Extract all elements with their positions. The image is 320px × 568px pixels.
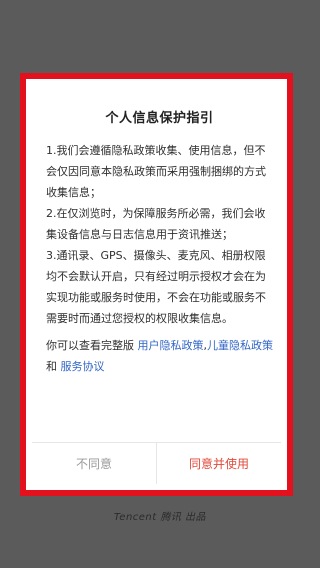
privacy-paragraph-2: 2.在仅浏览时，为保障服务所必需，我们会收集设备信息与日志信息用于资讯推送； — [46, 207, 266, 241]
privacy-paragraph-1: 1.我们会遵循隐私政策收集、使用信息，但不会仅因同意本隐私政策而采用强制捆绑的方… — [46, 144, 266, 199]
dialog-title: 个人信息保护指引 — [105, 111, 214, 126]
privacy-paragraph-3: 3.通讯录、GPS、摄像头、麦克风、相册权限均不会默认开启，只有经过明示授权才会… — [46, 249, 266, 325]
links-and-text: 和 — [46, 360, 61, 373]
agree-and-use-button[interactable]: 同意并使用 — [157, 443, 281, 484]
dialog-body: 个人信息保护指引 1.我们会遵循隐私政策收集、使用信息，但不会仅因同意本隐私政策… — [32, 85, 281, 442]
privacy-dialog: 个人信息保护指引 1.我们会遵循隐私政策收集、使用信息，但不会仅因同意本隐私政策… — [32, 85, 281, 484]
child-privacy-policy-link[interactable]: 儿童隐私政策 — [207, 339, 273, 352]
links-intro-text: 你可以查看完整版 — [46, 339, 134, 352]
service-agreement-link[interactable]: 服务协议 — [61, 360, 105, 373]
dialog-actions: 不同意 同意并使用 — [32, 442, 281, 484]
splash-footer-logo: Tencent 腾讯 出品 — [113, 512, 207, 523]
highlight-frame: 个人信息保护指引 1.我们会遵循隐私政策收集、使用信息，但不会仅因同意本隐私政策… — [20, 73, 293, 496]
disagree-button[interactable]: 不同意 — [32, 443, 157, 484]
policy-links-paragraph: 你可以查看完整版 用户隐私政策,儿童隐私政策 和 服务协议 — [46, 335, 273, 377]
user-privacy-policy-link[interactable]: 用户隐私政策 — [138, 339, 204, 352]
